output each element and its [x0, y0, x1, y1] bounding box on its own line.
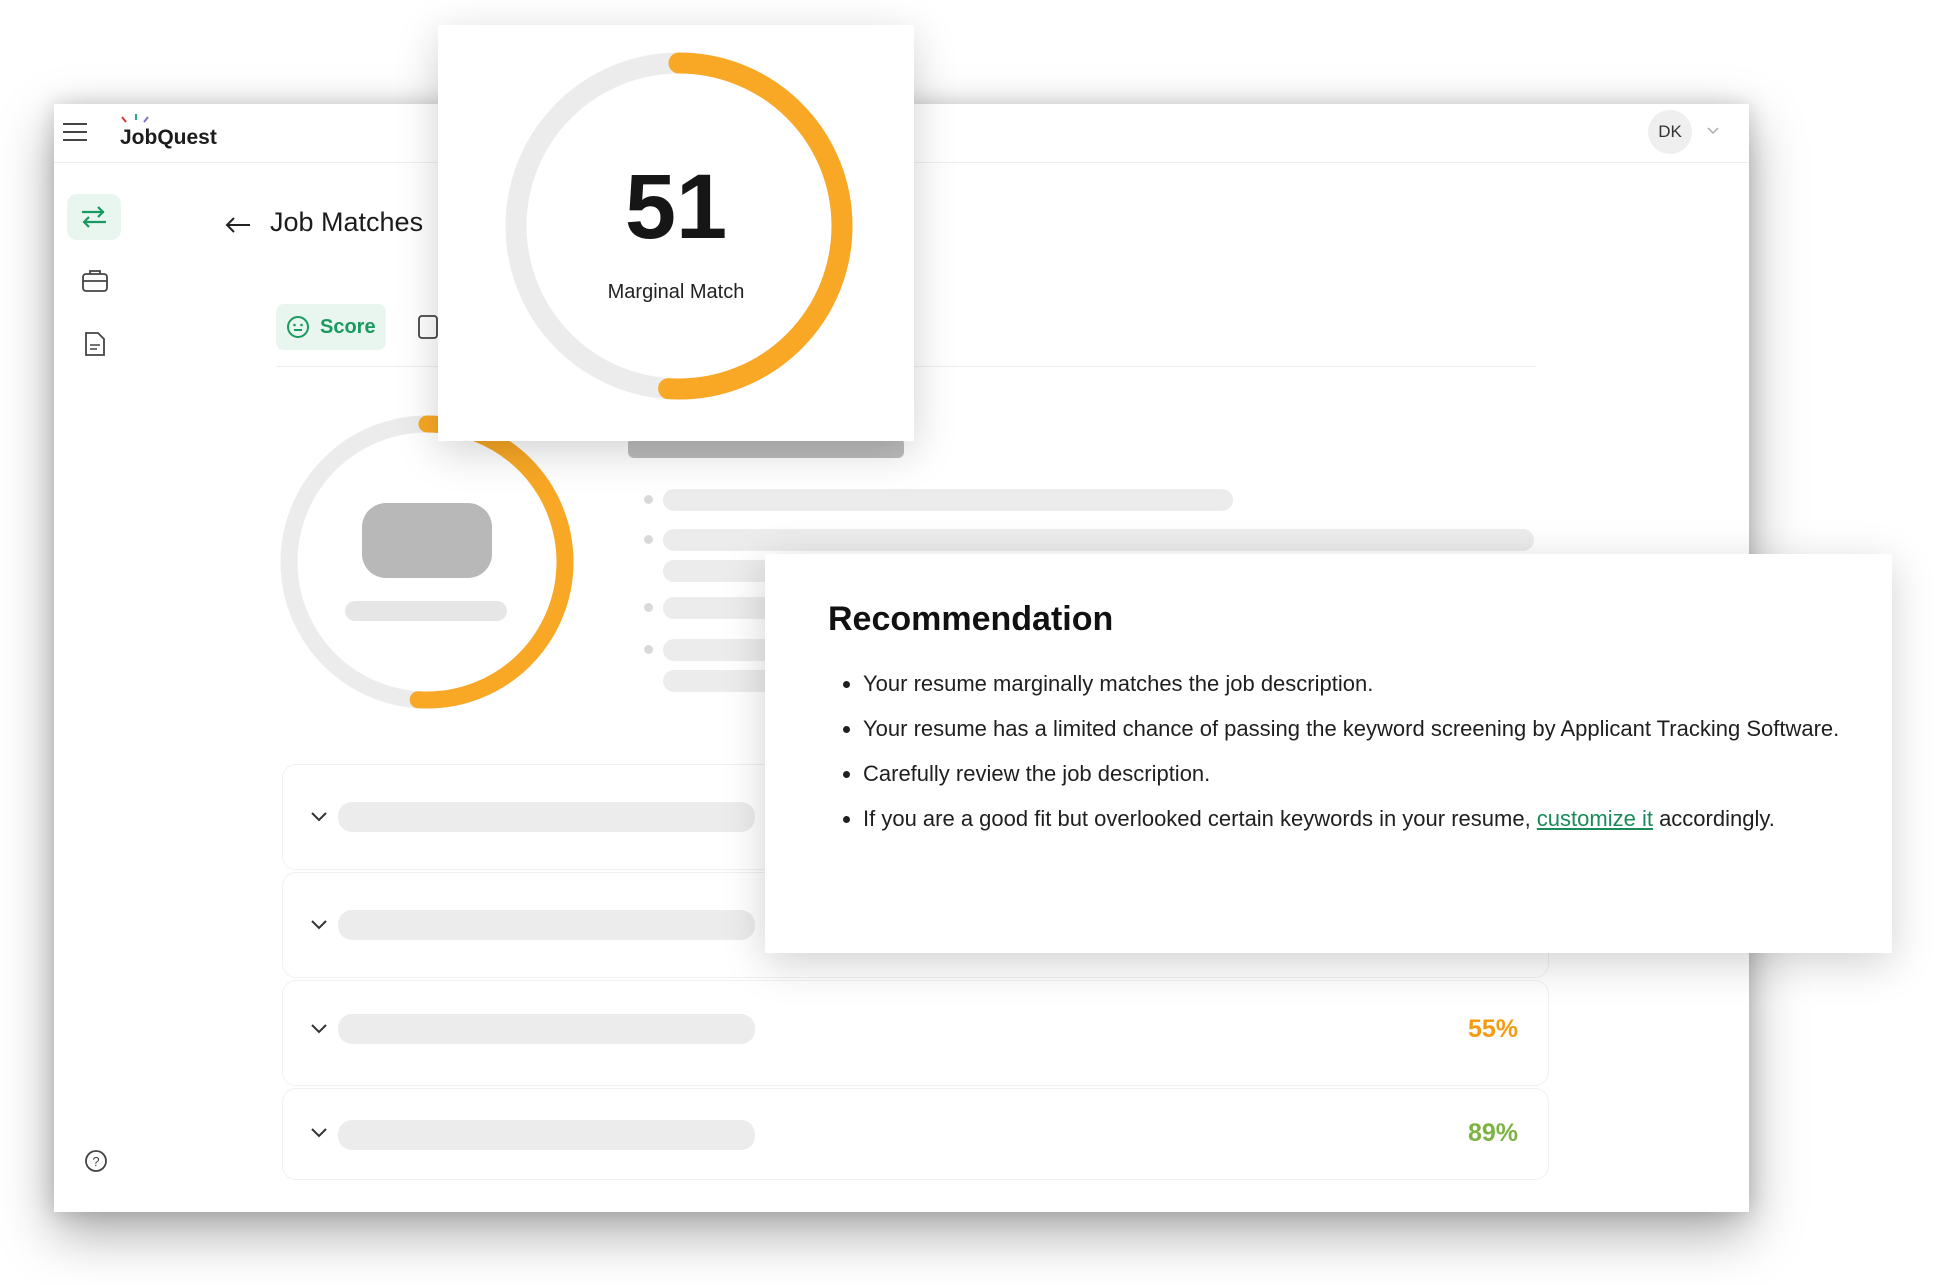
back-arrow-icon[interactable]	[224, 216, 252, 234]
sidebar-item-jobs-briefcase-icon[interactable]	[82, 268, 108, 292]
score-placeholder	[362, 503, 492, 578]
sidebar-item-matches[interactable]	[67, 194, 121, 240]
smiley-icon	[287, 316, 309, 338]
row-title-placeholder	[338, 1120, 755, 1150]
heading-placeholder	[628, 438, 904, 458]
svg-text:?: ?	[92, 1154, 99, 1169]
swap-arrows-icon	[82, 206, 106, 228]
tab-score[interactable]: Score	[276, 304, 386, 350]
chevron-down-icon[interactable]	[1706, 126, 1720, 136]
recommendation-item: Your resume marginally matches the job d…	[863, 667, 1863, 700]
score-card: 51 Marginal Match	[438, 25, 914, 441]
sidebar-item-resume-document-icon[interactable]	[84, 331, 106, 357]
help-icon[interactable]: ?	[84, 1149, 108, 1173]
line-placeholder	[663, 489, 1233, 511]
recommendation-item: Your resume has a limited chance of pass…	[863, 712, 1863, 745]
chevron-down-icon[interactable]	[308, 806, 330, 828]
recommendation-list: Your resume marginally matches the job d…	[827, 667, 1863, 847]
customize-link[interactable]: customize it	[1537, 806, 1653, 831]
item-text: If you are a good fit but overlooked cer…	[863, 806, 1537, 831]
user-avatar[interactable]: DK	[1648, 110, 1692, 154]
item-text: accordingly.	[1652, 806, 1775, 831]
section-percent: 89%	[1467, 1119, 1518, 1147]
label-placeholder	[345, 601, 507, 621]
chevron-down-icon[interactable]	[308, 1122, 330, 1144]
row-title-placeholder	[338, 910, 755, 940]
chevron-down-icon[interactable]	[308, 914, 330, 936]
accordion-row[interactable]: 89%	[282, 1088, 1549, 1180]
score-label: Marginal Match	[607, 281, 745, 303]
section-percent: 55%	[1467, 1015, 1518, 1043]
tab-document-icon[interactable]	[418, 315, 440, 339]
tab-score-label: Score	[320, 316, 376, 338]
page-title: Job Matches	[270, 207, 424, 237]
recommendation-title: Recommendation	[828, 600, 1114, 638]
recommendation-item: Carefully review the job description.	[863, 757, 1863, 790]
recommendation-item: If you are a good fit but overlooked cer…	[863, 802, 1863, 835]
brand-name: JobQuest	[120, 126, 217, 149]
row-title-placeholder	[338, 1014, 755, 1044]
accordion-row[interactable]: 55%	[282, 980, 1549, 1086]
row-title-placeholder	[338, 802, 755, 832]
score-value: 51	[624, 156, 728, 258]
line-placeholder	[663, 529, 1534, 551]
chevron-down-icon[interactable]	[308, 1018, 330, 1040]
recommendation-card: Recommendation Your resume marginally ma…	[765, 554, 1892, 953]
hamburger-menu-icon[interactable]	[62, 121, 88, 143]
